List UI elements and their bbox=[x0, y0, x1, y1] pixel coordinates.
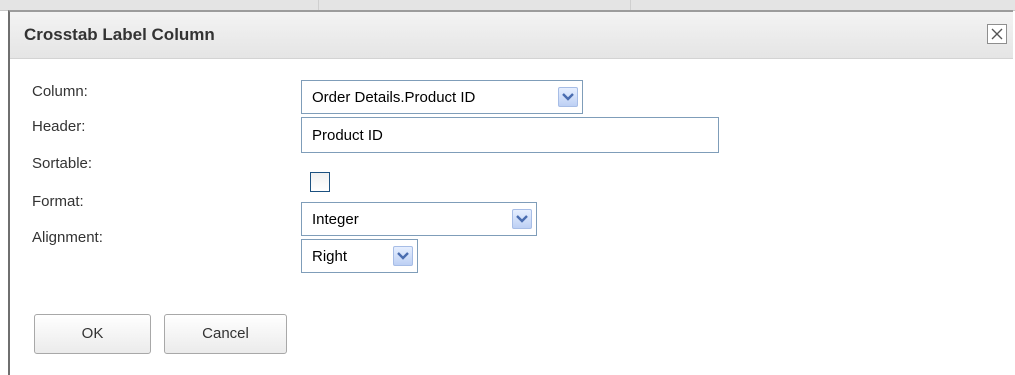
background-divider bbox=[630, 0, 631, 10]
format-select-value: Integer bbox=[312, 211, 359, 228]
close-button[interactable] bbox=[987, 24, 1007, 44]
header-input[interactable] bbox=[301, 117, 719, 153]
column-select[interactable]: Order Details.Product ID bbox=[301, 80, 583, 114]
chevron-down-icon bbox=[558, 87, 578, 107]
alignment-label: Alignment: bbox=[32, 229, 103, 246]
ok-button[interactable]: OK bbox=[34, 314, 151, 354]
cancel-button[interactable]: Cancel bbox=[164, 314, 287, 354]
dialog-title: Crosstab Label Column bbox=[24, 25, 215, 44]
sortable-checkbox[interactable] bbox=[310, 172, 330, 192]
column-label: Column: bbox=[32, 83, 88, 100]
close-icon bbox=[991, 28, 1003, 40]
header-label: Header: bbox=[32, 118, 86, 135]
sortable-label: Sortable: bbox=[32, 155, 93, 172]
chevron-down-icon bbox=[512, 209, 532, 229]
dialog-titlebar: Crosstab Label Column bbox=[10, 12, 1013, 59]
column-select-value: Order Details.Product ID bbox=[312, 89, 476, 106]
format-label: Format: bbox=[32, 193, 84, 210]
crosstab-label-column-dialog: Crosstab Label Column Column: Order Deta… bbox=[8, 10, 1013, 375]
alignment-select-value: Right bbox=[312, 248, 348, 265]
chevron-down-icon bbox=[393, 246, 413, 266]
background-divider bbox=[318, 0, 319, 10]
format-select[interactable]: Integer bbox=[301, 202, 537, 236]
alignment-select[interactable]: Right bbox=[301, 239, 418, 273]
